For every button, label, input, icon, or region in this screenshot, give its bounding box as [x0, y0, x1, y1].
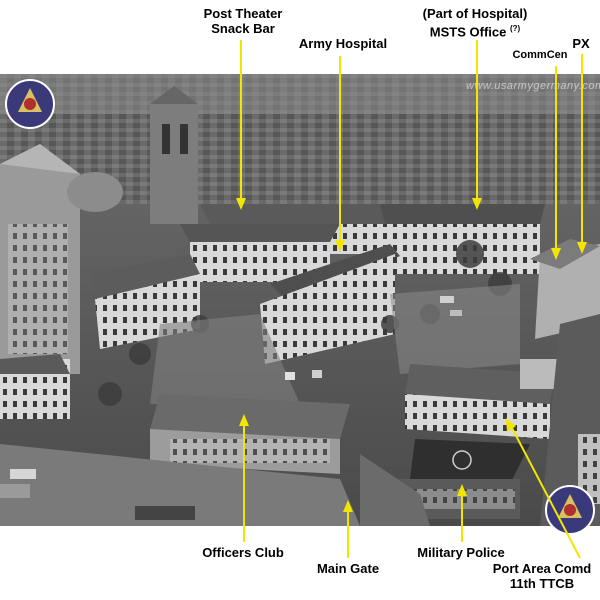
label-main-gate-text: Main Gate: [316, 561, 380, 576]
label-main-gate: Main Gate: [300, 561, 396, 576]
label-post-theater: Post Theater Snack Bar: [188, 6, 298, 36]
label-msts-note: (?): [509, 24, 521, 33]
label-px: PX: [564, 36, 598, 51]
watermark-text: www.usarmygermany.com: [466, 80, 600, 92]
label-port-area-comd-text: Port Area Comd: [492, 561, 592, 576]
label-officers-club: Officers Club: [188, 545, 298, 560]
usareur-emblem-icon: [5, 79, 55, 129]
label-military-police-text: Military Police: [417, 545, 505, 560]
label-post-theater-line1: Post Theater: [203, 6, 283, 21]
label-military-police: Military Police: [408, 545, 514, 560]
label-msts-office-text: MSTS Office: [429, 24, 507, 40]
usareur-emblem-icon: [545, 485, 595, 535]
label-port-area-comd: Port Area Comd 11th TTCB: [486, 561, 598, 591]
label-ttcb-text: 11th TTCB: [509, 576, 575, 591]
label-snack-bar: Snack Bar: [211, 21, 275, 36]
label-msts-office: MSTS Office (?): [410, 21, 540, 39]
label-army-hospital-text: Army Hospital: [298, 36, 388, 51]
annotated-photo-page: Post Theater Snack Bar Army Hospital (Pa…: [0, 0, 600, 600]
label-part-of-hospital-text: (Part of Hospital): [422, 6, 528, 21]
label-officers-club-text: Officers Club: [202, 545, 284, 560]
label-army-hospital: Army Hospital: [288, 36, 398, 51]
label-px-text: PX: [572, 36, 590, 51]
aerial-photograph-drawing: [0, 74, 600, 526]
label-commcen: CommCen: [508, 48, 572, 63]
label-commcen-text: CommCen: [512, 49, 568, 61]
label-part-of-hospital: (Part of Hospital) MSTS Office (?): [410, 6, 540, 39]
aerial-photograph: [0, 74, 600, 526]
